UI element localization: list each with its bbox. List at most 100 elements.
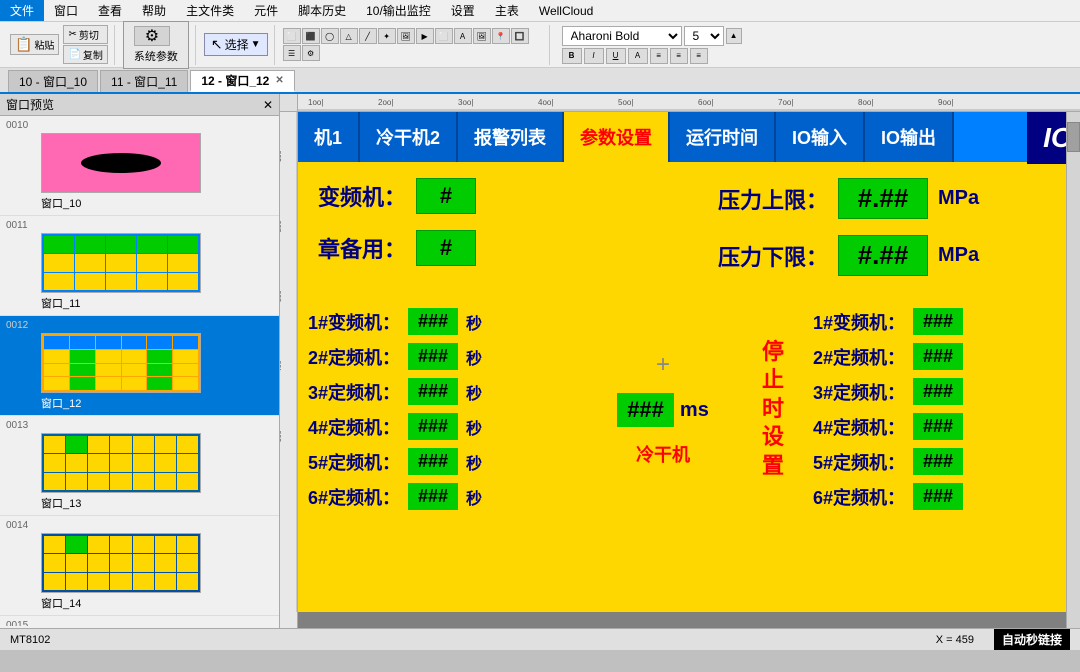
draw-tool-10[interactable]: A bbox=[454, 28, 472, 44]
copy-button[interactable]: 📄 复制 bbox=[63, 45, 107, 64]
hmi-vfd-value[interactable]: # bbox=[416, 178, 476, 214]
hmi-lower-val-6[interactable]: ### bbox=[408, 483, 458, 510]
font-size-up-button[interactable]: ▲ bbox=[726, 28, 742, 44]
hmi-tab-machine1[interactable]: 机1 bbox=[298, 112, 360, 162]
menu-file[interactable]: 文件 bbox=[0, 0, 44, 21]
hmi-tab-runtime[interactable]: 运行时间 bbox=[670, 112, 776, 162]
align-right-button[interactable]: ≡ bbox=[690, 48, 708, 64]
hmi-tab-dryer2[interactable]: 冷干机2 bbox=[360, 112, 458, 162]
window-item-0010[interactable]: 0010 窗口_10 bbox=[0, 116, 279, 216]
hmi-right-val-4[interactable]: ### bbox=[913, 413, 963, 440]
window-item-0014[interactable]: 0014 窗口_14 bbox=[0, 516, 279, 616]
hmi-right-val-3[interactable]: ### bbox=[913, 378, 963, 405]
hmi-right-val-1[interactable]: ### bbox=[913, 308, 963, 335]
hmi-lower-val-3[interactable]: ### bbox=[408, 378, 458, 405]
hmi-tab-bar: 机1 冷干机2 报警列表 参数设置 运行时间 IO输入 IO输出 bbox=[298, 112, 1066, 162]
draw-tool-7[interactable]: 🖼 bbox=[397, 28, 415, 44]
window-item-0013[interactable]: 0013 窗口_13 bbox=[0, 416, 279, 516]
canvas-content[interactable]: 机1 冷干机2 报警列表 参数设置 运行时间 IO输入 IO输出 变频机： bbox=[298, 112, 1066, 628]
draw-tool-12[interactable]: 📍 bbox=[492, 28, 510, 44]
hmi-ms-label: ms bbox=[680, 399, 709, 422]
hmi-tab-params[interactable]: 参数设置 bbox=[564, 112, 670, 162]
menu-main-file[interactable]: 主文件类 bbox=[176, 0, 244, 21]
window-item-0011[interactable]: 0011 窗口_11 bbox=[0, 216, 279, 316]
hmi-lower-val-1[interactable]: ### bbox=[408, 308, 458, 335]
hmi-right-val-6[interactable]: ### bbox=[913, 483, 963, 510]
menu-main-table[interactable]: 主表 bbox=[485, 0, 529, 21]
draw-tool-9[interactable]: ⬜ bbox=[435, 28, 453, 44]
window-item-0012[interactable]: 0012 窗口_12 bbox=[0, 316, 279, 416]
scrollbar-thumb[interactable] bbox=[1067, 122, 1080, 152]
cut-button[interactable]: ✂ 剪切 bbox=[63, 25, 107, 44]
align-left-button[interactable]: ≡ bbox=[650, 48, 668, 64]
svg-text:5oo|: 5oo| bbox=[618, 98, 633, 107]
tab-12[interactable]: 12 - 窗口_12 ✕ bbox=[190, 70, 294, 92]
menu-bar: 文件 窗口 查看 帮助 主文件类 元件 脚本历史 10/输出监控 设置 主表 W… bbox=[0, 0, 1080, 22]
hmi-screen: 机1 冷干机2 报警列表 参数设置 运行时间 IO输入 IO输出 变频机： bbox=[298, 112, 1066, 612]
menu-script-history[interactable]: 脚本历史 bbox=[288, 0, 356, 21]
hmi-lower-val-5[interactable]: ### bbox=[408, 448, 458, 475]
hmi-pressure-upper-unit: MPa bbox=[938, 187, 979, 210]
font-bold-button[interactable]: B bbox=[562, 48, 582, 64]
hmi-lower-right: 1#变频机： ### 2#定频机： ### 3#定频机： ### bbox=[803, 308, 1066, 510]
hmi-lower-val-4[interactable]: ### bbox=[408, 413, 458, 440]
menu-settings[interactable]: 设置 bbox=[441, 0, 485, 21]
hmi-row-pressure-lower: 压力下限： #.## MPa bbox=[718, 235, 1066, 276]
menu-io-monitor[interactable]: 10/输出监控 bbox=[356, 0, 441, 21]
hmi-body-top: 变频机： # 章备用： # 压力上限： # bbox=[298, 162, 1066, 300]
menu-view[interactable]: 查看 bbox=[88, 0, 132, 21]
menu-window[interactable]: 窗口 bbox=[44, 0, 88, 21]
hmi-pressure-lower-value[interactable]: #.## bbox=[838, 235, 928, 276]
draw-tool-8[interactable]: ▶ bbox=[416, 28, 434, 44]
hmi-spare-value[interactable]: # bbox=[416, 230, 476, 266]
panel-close-button[interactable]: ✕ bbox=[263, 98, 273, 112]
system-params-button[interactable]: ⚙ 系统参数 bbox=[123, 21, 189, 69]
draw-tool-14[interactable]: ☰ bbox=[283, 45, 301, 61]
hmi-row-vfd: 变频机： # bbox=[318, 178, 678, 214]
vertical-ruler: 100 200 300 400 500 bbox=[280, 112, 298, 628]
hmi-lower-area: 1#变频机： ### 秒 2#定频机： ### 秒 3#定频机： bbox=[298, 300, 1066, 518]
hmi-pressure-upper-value[interactable]: #.## bbox=[838, 178, 928, 219]
status-bar: MT8102 X = 459 自动秒链接 bbox=[0, 628, 1080, 650]
paste-button[interactable]: 📋 粘贴 bbox=[10, 34, 59, 55]
menu-wellcloud[interactable]: WellCloud bbox=[529, 0, 603, 21]
vertical-scrollbar[interactable] bbox=[1066, 112, 1080, 628]
font-underline-button[interactable]: U bbox=[606, 48, 626, 64]
font-size-select[interactable]: 5 bbox=[684, 26, 724, 46]
font-italic-button[interactable]: I bbox=[584, 48, 604, 64]
menu-help[interactable]: 帮助 bbox=[132, 0, 176, 21]
draw-tool-4[interactable]: △ bbox=[340, 28, 358, 44]
iot-badge: IOt bbox=[1027, 112, 1066, 164]
draw-tool-5[interactable]: ╱ bbox=[359, 28, 377, 44]
draw-tool-11[interactable]: 🖼 bbox=[473, 28, 491, 44]
draw-tool-3[interactable]: ◯ bbox=[321, 28, 339, 44]
canvas-wrapper: 100 200 300 400 500 机1 冷干机2 报警列表 参数设置 bbox=[280, 112, 1080, 628]
crosshair-icon: + bbox=[656, 351, 670, 379]
hmi-right-row-1: 1#变频机： ### bbox=[813, 308, 1066, 335]
svg-text:100: 100 bbox=[280, 150, 283, 162]
menu-element[interactable]: 元件 bbox=[244, 0, 288, 21]
hmi-stop-text: 停 止 时 设 置 bbox=[762, 338, 784, 481]
draw-tool-15[interactable]: ⚙ bbox=[302, 45, 320, 61]
hmi-right-val-2[interactable]: ### bbox=[913, 343, 963, 370]
align-center-button[interactable]: ≡ bbox=[670, 48, 688, 64]
draw-tool-2[interactable]: ⬛ bbox=[302, 28, 320, 44]
draw-tool-6[interactable]: ✦ bbox=[378, 28, 396, 44]
tab-11[interactable]: 11 - 窗口_11 bbox=[100, 70, 188, 92]
hmi-tab-alarm[interactable]: 报警列表 bbox=[458, 112, 564, 162]
window-item-0015[interactable]: 0015 窗口_15 bbox=[0, 616, 279, 626]
font-name-select[interactable]: Aharoni Bold bbox=[562, 26, 682, 46]
tab-12-close[interactable]: ✕ bbox=[275, 75, 283, 86]
hmi-right-val-5[interactable]: ### bbox=[913, 448, 963, 475]
font-color-button[interactable]: A bbox=[628, 48, 648, 64]
hmi-ms-value[interactable]: ### bbox=[617, 393, 674, 427]
tab-10[interactable]: 10 - 窗口_10 bbox=[8, 70, 98, 92]
select-tool-button[interactable]: ↖ 选择 ▼ bbox=[204, 33, 268, 56]
draw-tool-1[interactable]: ⬜ bbox=[283, 28, 301, 44]
hmi-tab-io-in[interactable]: IO输入 bbox=[776, 112, 865, 162]
draw-tool-13[interactable]: 🔲 bbox=[511, 28, 529, 44]
svg-text:400: 400 bbox=[280, 360, 283, 372]
left-panel: 窗口预览 ✕ 0010 窗口_10 0011 bbox=[0, 94, 280, 628]
hmi-lower-val-2[interactable]: ### bbox=[408, 343, 458, 370]
hmi-tab-io-out[interactable]: IO输出 bbox=[865, 112, 954, 162]
